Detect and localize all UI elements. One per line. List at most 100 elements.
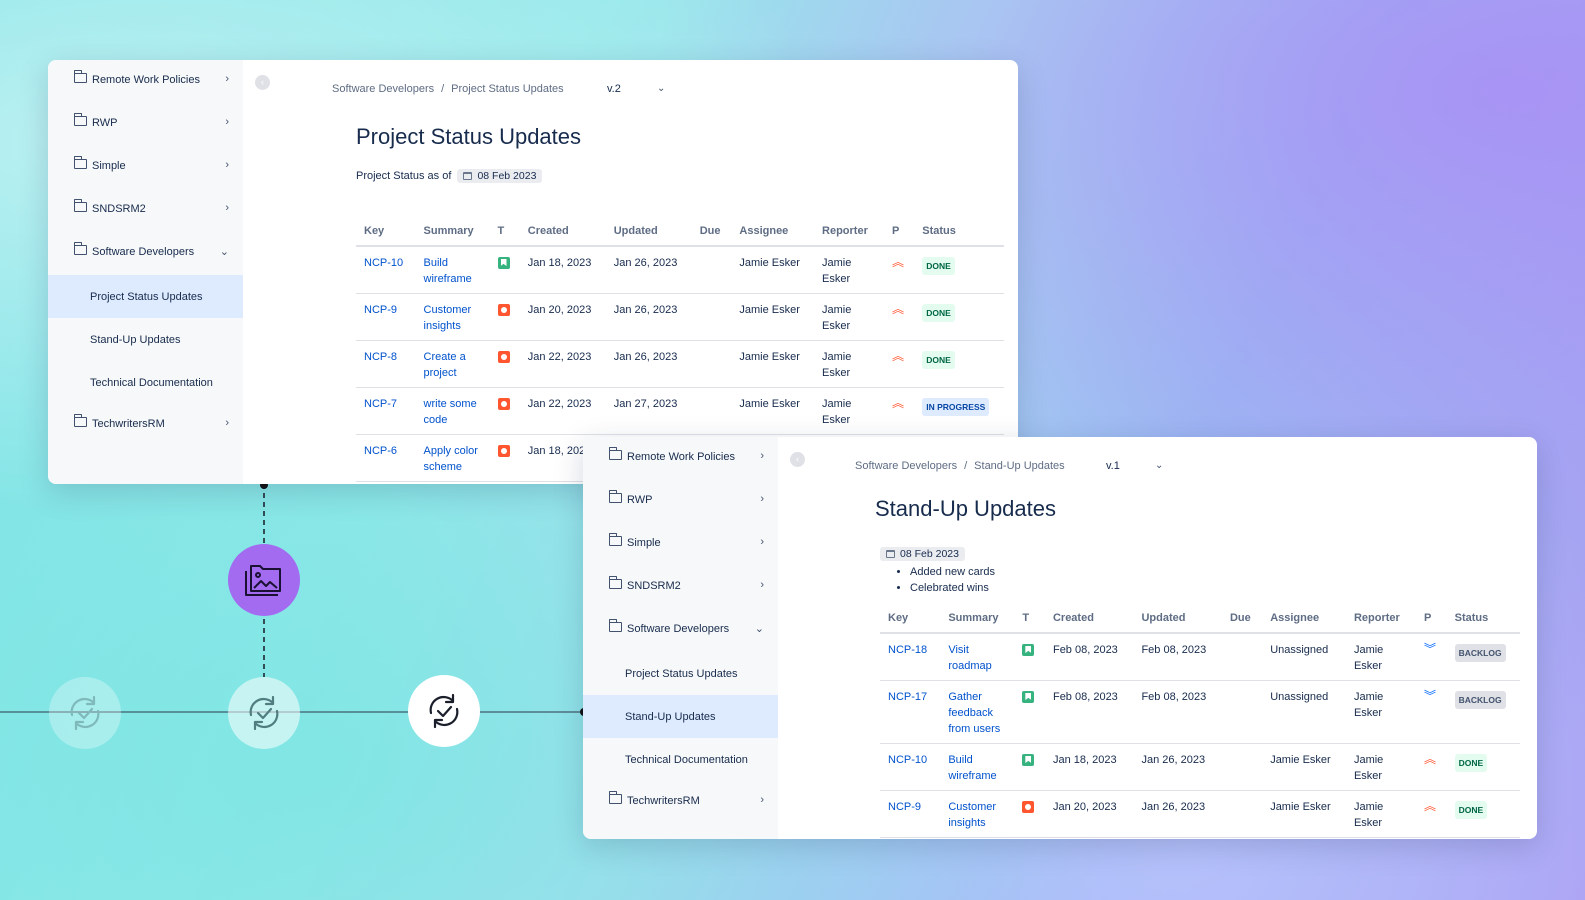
- cell-key[interactable]: NCP-6: [356, 434, 416, 482]
- breadcrumb: Software Developers / Stand-Up Updates: [855, 460, 1065, 472]
- column-header[interactable]: Reporter: [814, 216, 885, 247]
- status-badge: DONE: [922, 351, 955, 369]
- sidebar-item-remote-work-policies[interactable]: Remote Work Policies ›: [583, 437, 778, 480]
- cell-key[interactable]: NCP-7: [356, 387, 416, 435]
- cell-priority: ︽: [884, 387, 915, 435]
- column-header[interactable]: Created: [1044, 603, 1134, 634]
- column-header[interactable]: Key: [356, 216, 416, 247]
- chevron-right-icon: ›: [760, 794, 764, 806]
- cell-summary[interactable]: Visit roadmap: [940, 633, 1015, 681]
- cell-updated: Jan 26, 2023: [1133, 790, 1222, 838]
- table-row[interactable]: NCP-7 write some code Jan 22, 2023 Jan 27, …: [356, 387, 1004, 435]
- table-row[interactable]: NCP-9 Customer insights Jan 20, 2023 Jan 26…: [356, 293, 1004, 341]
- column-header[interactable]: Status: [914, 216, 1004, 247]
- cell-updated: Feb 08, 2023: [1133, 680, 1222, 744]
- status-badge: DONE: [1454, 754, 1488, 772]
- sidebar-item-rwp[interactable]: RWP ›: [48, 103, 243, 146]
- folder-icon: [73, 70, 87, 83]
- cell-due: [691, 246, 732, 294]
- collapse-sidebar-icon[interactable]: ‹: [790, 452, 805, 467]
- cell-summary[interactable]: Build wireframe: [415, 246, 490, 294]
- cell-priority: ︽: [884, 293, 915, 341]
- sidebar-child-project-status-updates[interactable]: Project Status Updates: [583, 652, 778, 695]
- table-row[interactable]: NCP-17 Gather feedback from users Feb 08, …: [880, 680, 1520, 744]
- cell-updated: Jan 26, 2023: [1133, 743, 1222, 791]
- version-selector[interactable]: v.1: [1106, 460, 1120, 472]
- cell-key[interactable]: NCP-9: [356, 293, 416, 341]
- collapse-sidebar-icon[interactable]: ‹: [255, 75, 270, 90]
- column-header[interactable]: Assignee: [1262, 603, 1346, 634]
- cell-reporter: Jamie Esker: [814, 246, 885, 294]
- column-header[interactable]: Reporter: [1345, 603, 1416, 634]
- cell-status: DONE: [914, 246, 1004, 294]
- cell-summary[interactable]: write some code: [415, 387, 490, 435]
- sidebar-item-software-developers[interactable]: Software Developers ⌄: [583, 609, 778, 652]
- version-selector[interactable]: v.2: [607, 83, 621, 95]
- status-badge: DONE: [1454, 801, 1488, 819]
- breadcrumb-link[interactable]: Software Developers: [332, 83, 434, 95]
- cell-key[interactable]: NCP-10: [356, 246, 416, 294]
- column-header[interactable]: Updated: [605, 216, 692, 247]
- status-badge: DONE: [922, 257, 955, 275]
- cell-assignee: Jamie Esker: [731, 246, 815, 294]
- column-header[interactable]: Summary: [415, 216, 490, 247]
- column-header[interactable]: T: [489, 216, 520, 247]
- sidebar-item-sndsrm2[interactable]: SNDSRM2 ›: [48, 189, 243, 232]
- column-header[interactable]: Created: [519, 216, 606, 247]
- sidebar-child-stand-up-updates[interactable]: Stand-Up Updates: [48, 318, 243, 361]
- cell-summary[interactable]: Gather feedback from users: [940, 680, 1015, 744]
- chevron-right-icon: ›: [760, 579, 764, 591]
- sidebar-item-techwritersrm[interactable]: TechwritersRM ›: [583, 781, 778, 824]
- sidebar-item-remote-work-policies[interactable]: Remote Work Policies ›: [48, 60, 243, 103]
- chevron-down-icon[interactable]: ⌄: [1155, 460, 1163, 471]
- folder-icon: [608, 619, 622, 632]
- cell-summary[interactable]: Apply color scheme: [415, 434, 490, 482]
- cell-key[interactable]: NCP-17: [880, 680, 941, 744]
- column-header[interactable]: P: [884, 216, 915, 247]
- table-row[interactable]: NCP-10 Build wireframe Jan 18, 2023 Jan 26,…: [880, 743, 1520, 791]
- sidebar-item-sndsrm2[interactable]: SNDSRM2 ›: [583, 566, 778, 609]
- column-header[interactable]: Updated: [1133, 603, 1222, 634]
- cell-summary[interactable]: Customer insights: [415, 293, 490, 341]
- column-header[interactable]: Summary: [940, 603, 1015, 634]
- table-row[interactable]: NCP-9 Customer insights Jan 20, 2023 Jan 26…: [880, 790, 1520, 838]
- cell-created: Jan 22, 2023: [519, 387, 606, 435]
- table-row[interactable]: NCP-10 Build wireframe Jan 18, 2023 Jan 26,…: [356, 246, 1004, 294]
- sidebar-child-project-status-updates[interactable]: Project Status Updates: [48, 275, 243, 318]
- breadcrumb-link[interactable]: Stand-Up Updates: [974, 460, 1065, 472]
- column-header[interactable]: Key: [880, 603, 941, 634]
- cell-type: [1014, 743, 1045, 791]
- sidebar-child-technical-documentation[interactable]: Technical Documentation: [48, 361, 243, 404]
- column-header[interactable]: T: [1014, 603, 1045, 634]
- table-row[interactable]: NCP-8 Create a project Jan 22, 2023 Jan 26,…: [356, 340, 1004, 388]
- cell-key[interactable]: NCP-8: [356, 340, 416, 388]
- table-row[interactable]: NCP-18 Visit roadmap Feb 08, 2023 Feb 08, 2…: [880, 633, 1520, 681]
- sidebar-item-software-developers[interactable]: Software Developers ⌄: [48, 232, 243, 275]
- breadcrumb-link[interactable]: Project Status Updates: [451, 83, 564, 95]
- folder-icon: [608, 490, 622, 503]
- cell-summary[interactable]: Customer insights: [940, 790, 1015, 838]
- cell-summary[interactable]: Build wireframe: [940, 743, 1015, 791]
- folder-icon: [608, 791, 622, 804]
- main-content: ‹ Software Developers / Stand-Up Updates v…: [778, 437, 1537, 839]
- chevron-down-icon[interactable]: ⌄: [657, 83, 665, 94]
- cell-assignee: Unassigned: [1262, 633, 1346, 681]
- column-header[interactable]: P: [1415, 603, 1447, 634]
- sidebar-item-simple[interactable]: Simple ›: [583, 523, 778, 566]
- column-header[interactable]: Assignee: [731, 216, 815, 247]
- sidebar-item-rwp[interactable]: RWP ›: [583, 480, 778, 523]
- sidebar-item-simple[interactable]: Simple ›: [48, 146, 243, 189]
- column-header[interactable]: Status: [1446, 603, 1520, 634]
- sidebar-child-stand-up-updates[interactable]: Stand-Up Updates: [583, 695, 778, 738]
- media-node: [228, 544, 300, 616]
- breadcrumb-link[interactable]: Software Developers: [855, 460, 957, 472]
- sidebar-child-technical-documentation[interactable]: Technical Documentation: [583, 738, 778, 781]
- cell-key[interactable]: NCP-9: [880, 790, 941, 838]
- column-header[interactable]: Due: [1221, 603, 1263, 634]
- column-header[interactable]: Due: [691, 216, 732, 247]
- sidebar-item-techwritersrm[interactable]: TechwritersRM ›: [48, 404, 243, 447]
- folder-icon: [73, 414, 87, 427]
- cell-key[interactable]: NCP-18: [880, 633, 941, 681]
- cell-key[interactable]: NCP-10: [880, 743, 941, 791]
- cell-summary[interactable]: Create a project: [415, 340, 490, 388]
